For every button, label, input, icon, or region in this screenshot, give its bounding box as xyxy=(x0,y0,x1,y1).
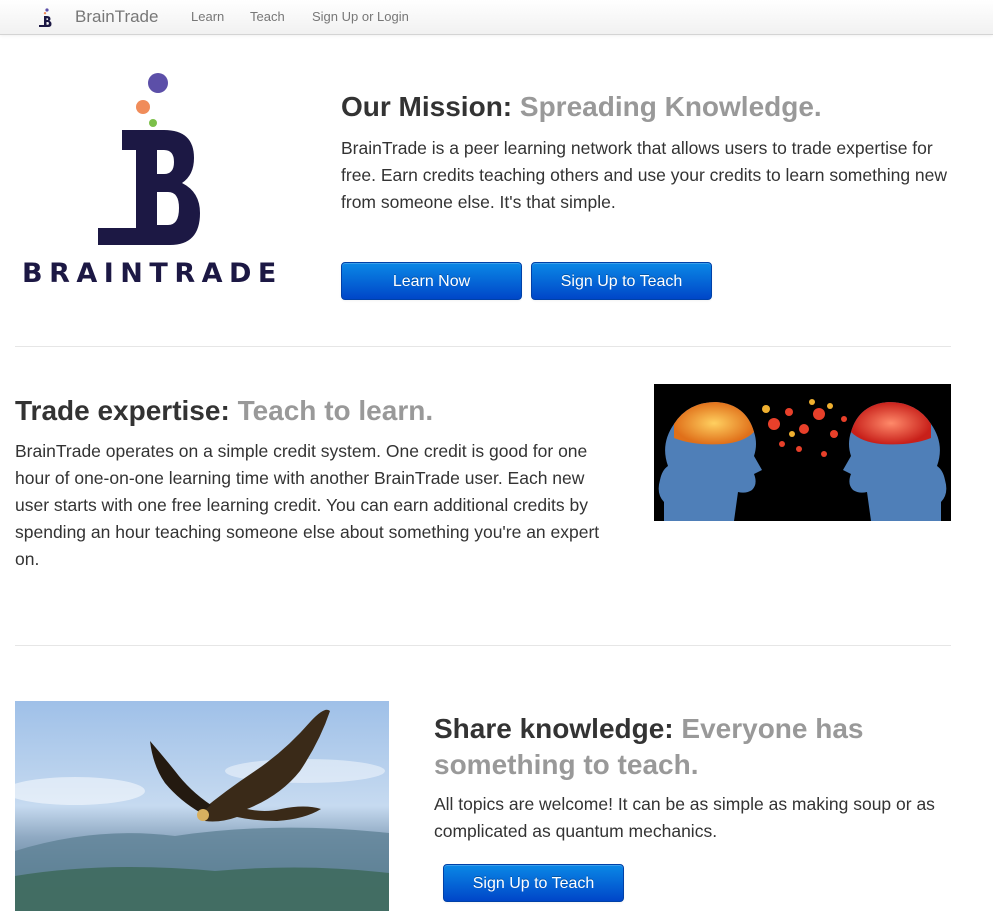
braintrade-logo: BRAINTRADE xyxy=(22,70,292,290)
share-heading-strong: Share knowledge: xyxy=(434,713,674,744)
share-description: All topics are welcome! It can be as sim… xyxy=(434,794,935,841)
sign-up-to-teach-button[interactable]: Sign Up to Teach xyxy=(531,262,712,300)
mission-heading-strong: Our Mission: xyxy=(341,91,513,122)
logo-wordmark: BRAINTRADE xyxy=(22,258,283,289)
eagle-photo xyxy=(15,701,389,911)
gears-heads-illustration-icon xyxy=(658,399,947,521)
trade-description: BrainTrade operates on a simple credit s… xyxy=(15,441,600,569)
learn-now-button[interactable]: Learn Now xyxy=(341,262,522,300)
brand-name[interactable]: BrainTrade xyxy=(75,7,158,27)
trade-heading: Trade expertise: Teach to learn. xyxy=(15,395,433,427)
trade-heading-muted: Teach to learn. xyxy=(237,395,434,426)
braintrade-logo-mark-icon xyxy=(98,73,200,245)
trade-heading-strong: Trade expertise: xyxy=(15,395,230,426)
section-divider xyxy=(15,346,951,347)
mission-heading-muted: Spreading Knowledge. xyxy=(519,91,822,122)
braintrade-logo-icon[interactable] xyxy=(36,8,54,28)
mission-description: BrainTrade is a peer learning network th… xyxy=(341,138,948,212)
nav-link-teach[interactable]: Teach xyxy=(250,9,285,24)
gears-heads-image xyxy=(654,384,951,521)
nav-link-signup-login[interactable]: Sign Up or Login xyxy=(312,9,409,24)
eagle-icon xyxy=(15,709,389,911)
top-navbar: BrainTrade Learn Teach Sign Up or Login xyxy=(0,0,993,35)
nav-link-learn[interactable]: Learn xyxy=(191,9,224,24)
section-divider xyxy=(15,645,951,646)
share-sign-up-to-teach-button[interactable]: Sign Up to Teach xyxy=(443,864,624,902)
share-heading: Share knowledge: Everyone has something … xyxy=(434,711,904,783)
mission-heading: Our Mission: Spreading Knowledge. xyxy=(341,91,822,123)
